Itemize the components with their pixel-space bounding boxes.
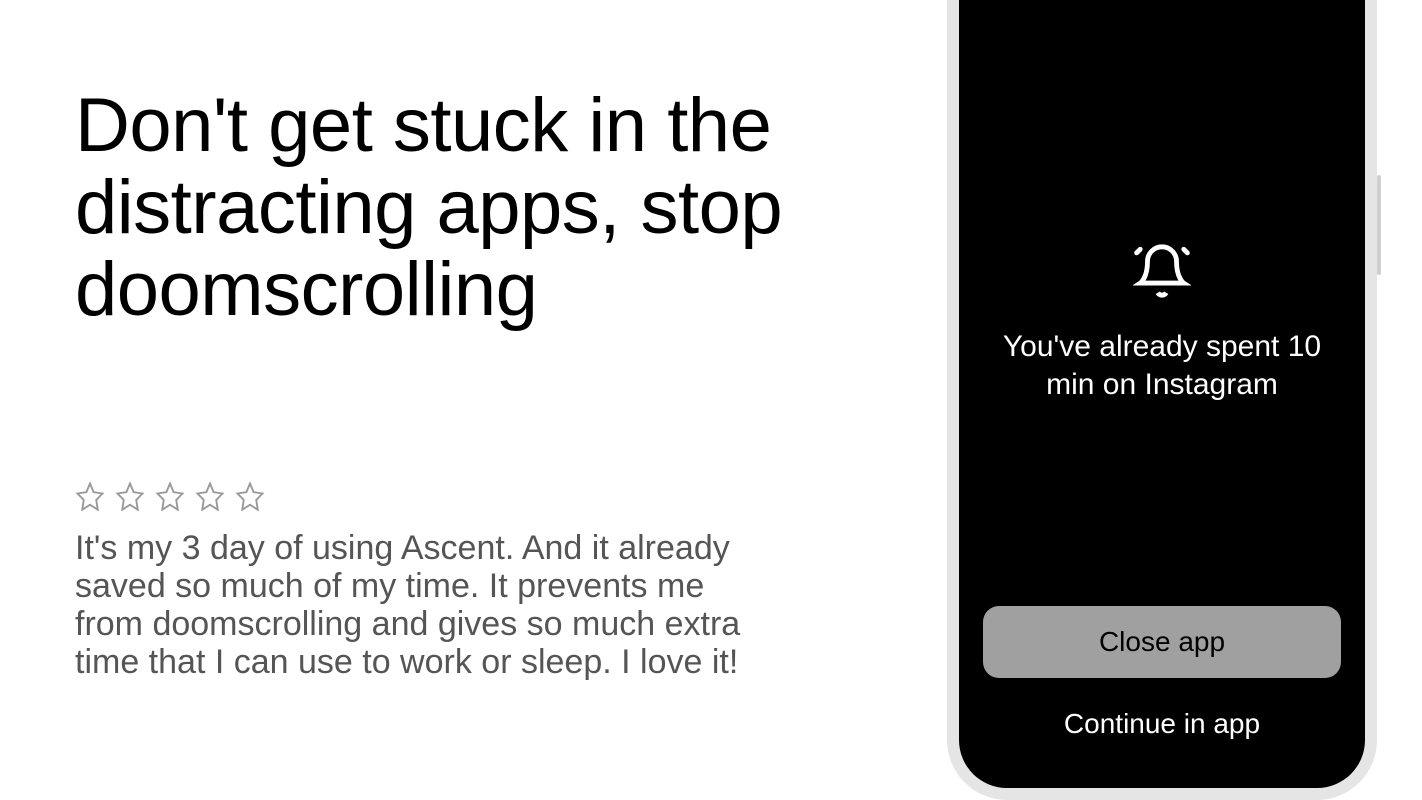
close-app-button[interactable]: Close app — [983, 606, 1341, 678]
continue-in-app-button[interactable]: Continue in app — [1056, 700, 1268, 748]
headline: Don't get stuck in the distracting apps,… — [75, 85, 895, 331]
phone-side-button — [1377, 175, 1381, 275]
star-icon — [75, 481, 105, 511]
star-icon — [115, 481, 145, 511]
alert-section: You've already spent 10 min on Instagram — [959, 242, 1365, 403]
phone-mockup: You've already spent 10 min on Instagram… — [947, 0, 1377, 800]
review-block: It's my 3 day of using Ascent. And it al… — [75, 481, 895, 681]
rating-stars — [75, 481, 895, 511]
alert-message: You've already spent 10 min on Instagram — [983, 328, 1341, 403]
star-icon — [155, 481, 185, 511]
review-text: It's my 3 day of using Ascent. And it al… — [75, 529, 775, 681]
bell-ringing-icon — [1133, 242, 1191, 300]
star-icon — [235, 481, 265, 511]
star-icon — [195, 481, 225, 511]
phone-screen: You've already spent 10 min on Instagram… — [959, 0, 1365, 788]
